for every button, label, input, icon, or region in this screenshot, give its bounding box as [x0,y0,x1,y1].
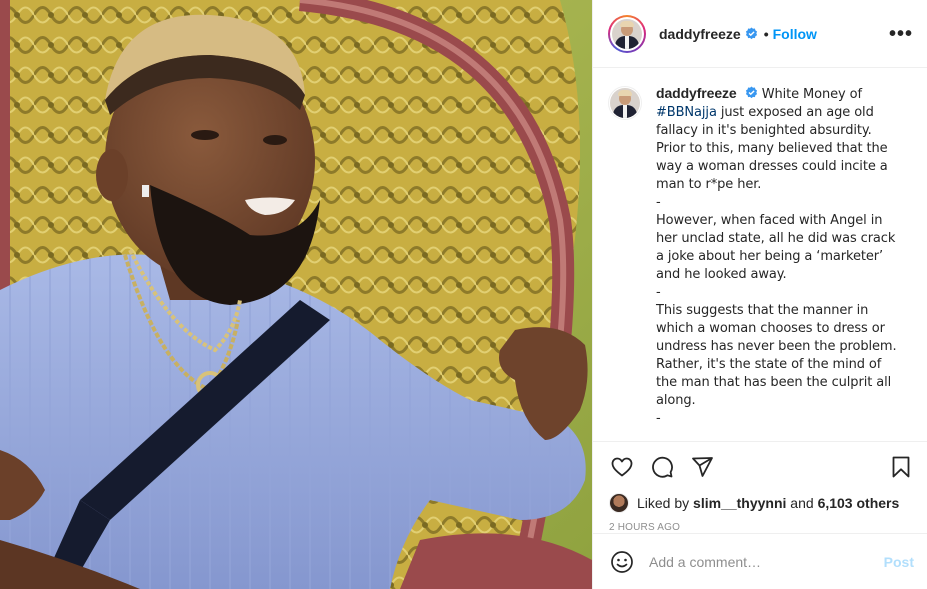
avatar-image [612,18,642,49]
comment-bubble-icon [652,456,673,478]
caption-intro: White Money of [761,87,862,102]
post-header: daddyfreeze • Follow ••• [593,0,927,68]
caption-username[interactable]: daddyfreeze [656,85,737,101]
post-comment-button[interactable]: Post [884,554,914,570]
post-photo-illustration [0,0,592,589]
smiley-icon [611,550,633,573]
post-photo [0,0,592,589]
like-button[interactable] [609,454,635,480]
save-button[interactable] [888,454,914,480]
post-side-panel: daddyfreeze • Follow ••• daddyfreeze Whi… [592,0,927,589]
share-button[interactable] [689,454,715,480]
follow-button[interactable]: Follow [773,26,817,42]
comment-input[interactable] [649,553,884,570]
caption-avatar-image [610,88,640,118]
caption-verified-badge-icon [745,86,757,99]
caption-paragraph-1: daddyfreeze White Money of #BBNajja just… [656,84,902,194]
comment-form: Post [593,533,927,589]
post-actions [593,442,927,492]
avatar-border [610,16,644,51]
heart-icon [611,457,633,477]
caption-dash-1: - [656,195,661,210]
likes-summary: Liked by slim__thyynni and 6,103 others [593,492,927,514]
caption-text: daddyfreeze White Money of #BBNajja just… [656,84,902,441]
paper-plane-icon [692,457,713,477]
caption-paragraph-3: This suggests that the manner in which a… [656,303,897,408]
likes-prefix: Liked by [637,495,690,511]
header-user-block: daddyfreeze • Follow [659,26,817,42]
header-username[interactable]: daddyfreeze [659,26,741,42]
caption-paragraph-2: However, when faced with Angel in her un… [656,213,896,282]
caption-dash-2: - [656,285,661,300]
caption-dash-3: - [656,411,661,426]
header-avatar[interactable] [608,14,646,53]
comment-button[interactable] [649,454,675,480]
verified-badge-icon [745,27,757,40]
liker-avatar[interactable] [609,493,629,513]
hashtag-link[interactable]: #BBNajja [656,105,717,120]
likes-count[interactable]: 6,103 others [818,495,900,511]
emoji-button[interactable] [609,549,635,575]
bookmark-icon [892,456,910,478]
liker-username[interactable]: slim__thyynni [693,495,786,511]
caption-avatar[interactable] [608,86,642,120]
header-separator: • [763,25,769,42]
more-options-icon[interactable]: ••• [889,24,913,44]
likes-middle: and [786,495,818,511]
caption-section: daddyfreeze White Money of #BBNajja just… [593,68,927,442]
